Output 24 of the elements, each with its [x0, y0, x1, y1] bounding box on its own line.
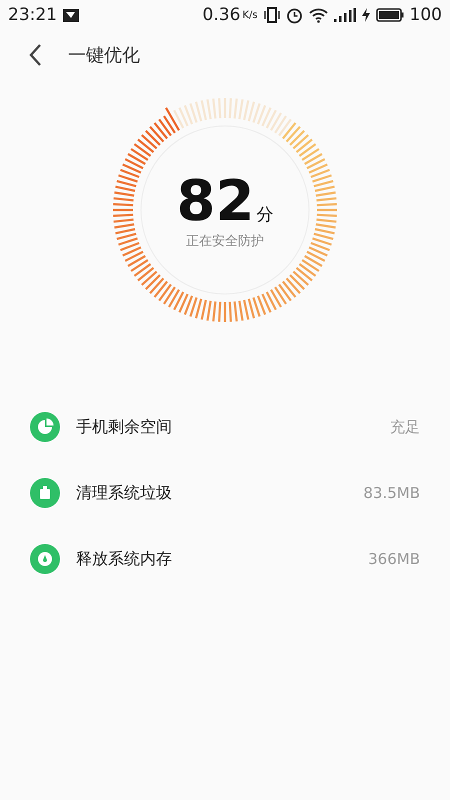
- wifi-icon: [308, 8, 328, 22]
- battery-level: 100: [410, 5, 442, 25]
- alarm-icon: [286, 6, 303, 24]
- item-value: 366MB: [368, 550, 420, 568]
- image-icon: [63, 8, 79, 22]
- drop-icon: [30, 544, 60, 574]
- item-value: 83.5MB: [363, 484, 420, 502]
- item-label: 手机剩余空间: [76, 416, 173, 438]
- item-label: 清理系统垃圾: [76, 482, 173, 504]
- score-unit: 分: [256, 204, 274, 226]
- charging-icon: [362, 8, 370, 22]
- network-speed: 0.36: [202, 5, 240, 25]
- item-value: 充足: [390, 418, 420, 436]
- pie-chart-icon: [30, 412, 60, 442]
- clock: 23:21: [8, 5, 57, 25]
- item-label: 释放系统内存: [76, 548, 173, 570]
- score: 82: [176, 174, 254, 230]
- page-title: 一键优化: [68, 44, 140, 67]
- bag-icon: [30, 478, 60, 508]
- signal-icon: [334, 8, 356, 22]
- battery-icon: [376, 8, 404, 22]
- vibrate-icon: [264, 7, 280, 23]
- status-caption: 正在安全防护: [186, 233, 264, 250]
- speed-unit: K/s: [242, 10, 258, 20]
